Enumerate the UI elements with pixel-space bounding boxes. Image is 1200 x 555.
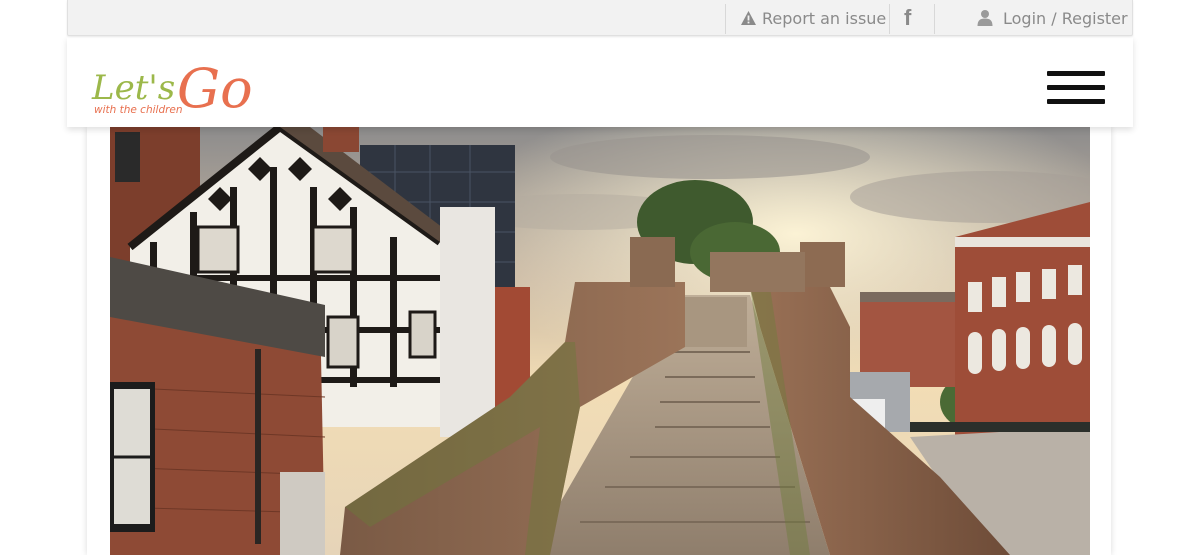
user-icon <box>977 10 993 26</box>
page-frame: Report an issue f Login / Register Let's… <box>67 0 1133 555</box>
site-header: Let's Go with the children <box>67 37 1133 127</box>
login-register-link[interactable]: Login / Register <box>976 0 1128 36</box>
hero-image <box>110 127 1090 555</box>
facebook-icon: f <box>904 5 912 30</box>
facebook-link[interactable]: f <box>904 0 911 36</box>
report-issue-link[interactable]: Report an issue <box>740 0 886 36</box>
login-register-label: Login / Register <box>1003 8 1128 28</box>
logo-tagline: with the children <box>94 104 183 115</box>
warning-triangle-icon <box>741 11 756 25</box>
separator <box>934 4 935 34</box>
hamburger-menu-icon[interactable] <box>1047 71 1105 107</box>
logo-word-go: Go <box>177 57 253 115</box>
utility-bar: Report an issue f Login / Register <box>67 0 1133 36</box>
separator <box>889 4 890 34</box>
report-issue-label: Report an issue <box>762 8 887 28</box>
site-logo[interactable]: Let's Go with the children <box>91 49 271 120</box>
logo-graphic: Let's Go with the children <box>91 57 253 120</box>
separator <box>725 4 726 34</box>
logo-word-lets: Let's <box>91 68 175 108</box>
